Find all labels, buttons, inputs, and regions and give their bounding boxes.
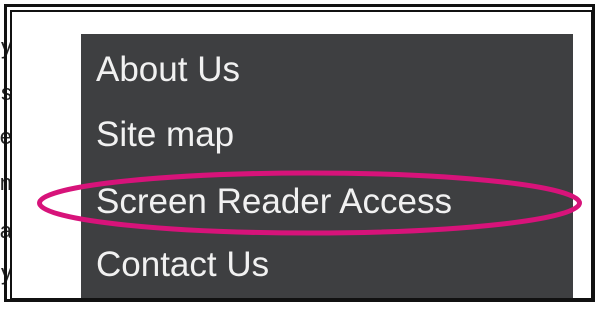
menu-item-about-us[interactable]: About Us (96, 52, 240, 87)
menu-item-site-map[interactable]: Site map (96, 117, 234, 152)
menu-item-screen-reader-access[interactable]: Screen Reader Access (96, 184, 452, 219)
screenshot-page: y s e n a y About Us Site map Screen Rea… (0, 0, 603, 309)
menu-item-contact-us[interactable]: Contact Us (96, 247, 269, 282)
footer-menu: About Us Site map Screen Reader Access C… (81, 34, 573, 298)
